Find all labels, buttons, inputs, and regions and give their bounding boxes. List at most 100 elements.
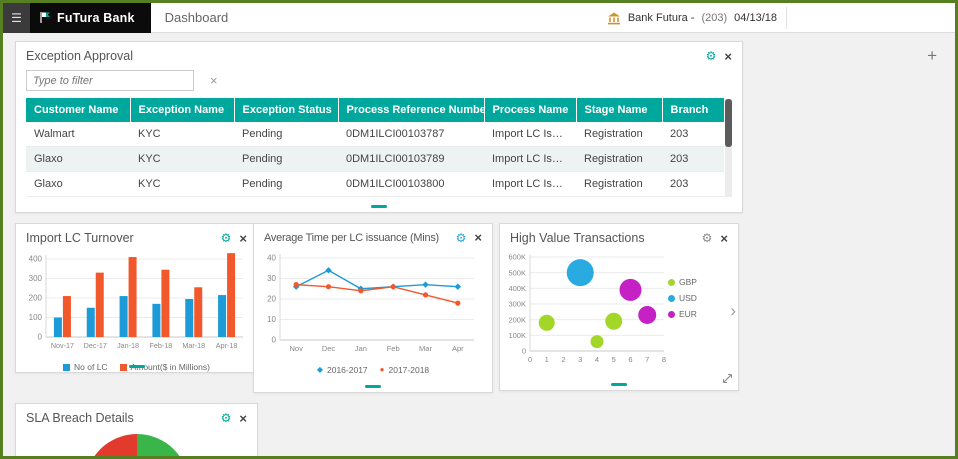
table-cell: 0DM1ILCI00103787 xyxy=(338,122,484,147)
table-scrollbar[interactable] xyxy=(725,99,732,197)
legend-label: EUR xyxy=(679,309,697,319)
chart-legend: GBP USD EUR xyxy=(668,277,697,319)
svg-text:100K: 100K xyxy=(508,331,526,340)
svg-text:Mar-18: Mar-18 xyxy=(182,341,205,350)
legend-item[interactable]: No of LC xyxy=(63,362,108,372)
legend-item[interactable]: GBP xyxy=(668,277,697,287)
table-row[interactable]: GlaxoKYCPending0DM1ILCI00103789Import LC… xyxy=(26,147,724,172)
table-cell: KYC xyxy=(130,172,234,197)
svg-text:4: 4 xyxy=(595,355,599,364)
widget-header: Exception Approval ⚙ × xyxy=(16,42,742,67)
bubble-chart-body: 0100K200K300K400K500K600K012345678 GBPUS… xyxy=(500,249,738,371)
column-header[interactable]: Stage Name xyxy=(576,98,662,122)
filter-row: × xyxy=(16,67,742,98)
exception-table-body: WalmartKYCPending0DM1ILCI00103787Import … xyxy=(26,122,724,197)
legend-swatch-icon xyxy=(63,364,70,371)
menu-button[interactable]: ☰ xyxy=(3,3,30,33)
header-divider xyxy=(786,7,787,29)
svg-text:0: 0 xyxy=(38,333,43,342)
legend-swatch-icon xyxy=(668,279,675,286)
svg-text:400: 400 xyxy=(29,255,43,264)
top-header: ☰ FuTura Bank Dashboard Bank Futura - (2… xyxy=(3,3,955,33)
legend-swatch-icon: ● xyxy=(380,366,385,374)
svg-text:3: 3 xyxy=(578,355,582,364)
table-cell: Registration xyxy=(576,172,662,197)
brand-logo[interactable]: FuTura Bank xyxy=(30,3,151,33)
table-row[interactable]: WalmartKYCPending0DM1ILCI00103787Import … xyxy=(26,122,724,147)
settings-gear-icon[interactable]: ⚙ xyxy=(456,232,467,244)
avg-time-line-chart: 010203040NovDecJanFebMarApr xyxy=(254,248,484,362)
svg-text:2: 2 xyxy=(561,355,565,364)
bank-icon xyxy=(607,12,621,25)
page-title: Dashboard xyxy=(165,10,229,25)
flag-icon xyxy=(39,11,51,24)
table-cell: Pending xyxy=(234,147,338,172)
chart-legend: ◆2016-2017 ●2017-2018 xyxy=(254,365,492,375)
close-icon[interactable]: × xyxy=(474,231,482,244)
close-icon[interactable]: × xyxy=(720,232,728,245)
widget-header: Average Time per LC issuance (Mins) ⚙ × xyxy=(254,224,492,248)
legend-item[interactable]: ◆2016-2017 xyxy=(317,365,368,375)
settings-gear-icon[interactable]: ⚙ xyxy=(221,232,232,244)
resize-handle-icon[interactable] xyxy=(722,373,733,384)
svg-text:Feb-18: Feb-18 xyxy=(150,341,173,350)
table-cell: 203 xyxy=(662,147,724,172)
widget-title: SLA Breach Details xyxy=(26,411,213,425)
table-cell: 203 xyxy=(662,122,724,147)
widget-sla-breach-details: SLA Breach Details ⚙ × xyxy=(15,403,258,459)
scrollbar-thumb[interactable] xyxy=(725,99,732,147)
legend-item[interactable]: ●2017-2018 xyxy=(380,365,430,375)
svg-text:0: 0 xyxy=(528,355,532,364)
svg-text:Feb: Feb xyxy=(387,344,400,353)
settings-gear-icon[interactable]: ⚙ xyxy=(702,232,713,244)
table-cell: Import LC Issuance xyxy=(484,172,576,197)
svg-text:Jan: Jan xyxy=(355,344,367,353)
svg-text:Jan-18: Jan-18 xyxy=(117,341,139,350)
filter-input[interactable] xyxy=(26,70,194,91)
legend-label: USD xyxy=(679,293,697,303)
widget-pagination-dash[interactable] xyxy=(611,383,627,386)
widget-pagination-dash[interactable] xyxy=(129,365,145,368)
table-cell: Registration xyxy=(576,122,662,147)
column-header[interactable]: Exception Status xyxy=(234,98,338,122)
column-header[interactable]: Exception Name xyxy=(130,98,234,122)
svg-text:20: 20 xyxy=(267,295,276,304)
header-bank-info: Bank Futura - (203) 04/13/18 xyxy=(607,3,777,33)
legend-item[interactable]: EUR xyxy=(668,309,697,319)
widget-pagination-dash[interactable] xyxy=(371,205,387,208)
legend-item[interactable]: USD xyxy=(668,293,697,303)
svg-text:600K: 600K xyxy=(508,253,526,262)
settings-gear-icon[interactable]: ⚙ xyxy=(221,412,232,424)
settings-gear-icon[interactable]: ⚙ xyxy=(706,50,717,62)
table-cell: Pending xyxy=(234,122,338,147)
svg-text:Nov: Nov xyxy=(289,344,303,353)
column-header[interactable]: Branch xyxy=(662,98,724,122)
svg-text:Dec: Dec xyxy=(322,344,336,353)
table-cell: Pending xyxy=(234,172,338,197)
widget-avg-time-per-lc: Average Time per LC issuance (Mins) ⚙ × … xyxy=(253,223,493,393)
svg-text:7: 7 xyxy=(645,355,649,364)
close-icon[interactable]: × xyxy=(239,232,247,245)
svg-text:40: 40 xyxy=(267,254,276,263)
svg-text:400K: 400K xyxy=(508,284,526,293)
clear-filter-icon[interactable]: × xyxy=(210,73,218,88)
svg-text:300: 300 xyxy=(29,274,43,283)
table-cell: KYC xyxy=(130,147,234,172)
widget-exception-approval: Exception Approval ⚙ × × Customer NameEx… xyxy=(15,41,743,213)
close-icon[interactable]: × xyxy=(239,412,247,425)
column-header[interactable]: Customer Name xyxy=(26,98,130,122)
column-header[interactable]: Process Reference Number xyxy=(338,98,484,122)
close-icon[interactable]: × xyxy=(724,50,732,63)
widget-title: Import LC Turnover xyxy=(26,231,213,245)
column-header[interactable]: Process Name xyxy=(484,98,576,122)
add-widget-button[interactable]: + xyxy=(927,47,937,64)
widget-import-lc-turnover: Import LC Turnover ⚙ × 0100200300400Nov-… xyxy=(15,223,258,373)
table-cell: Glaxo xyxy=(26,147,130,172)
svg-text:6: 6 xyxy=(628,355,632,364)
carousel-next-icon[interactable]: › xyxy=(730,302,736,319)
exception-table: Customer NameException NameException Sta… xyxy=(26,98,724,197)
exception-table-container: Customer NameException NameException Sta… xyxy=(26,98,732,197)
widget-header: Import LC Turnover ⚙ × xyxy=(16,224,257,249)
widget-pagination-dash[interactable] xyxy=(365,385,381,388)
table-row[interactable]: GlaxoKYCPending0DM1ILCI00103800Import LC… xyxy=(26,172,724,197)
